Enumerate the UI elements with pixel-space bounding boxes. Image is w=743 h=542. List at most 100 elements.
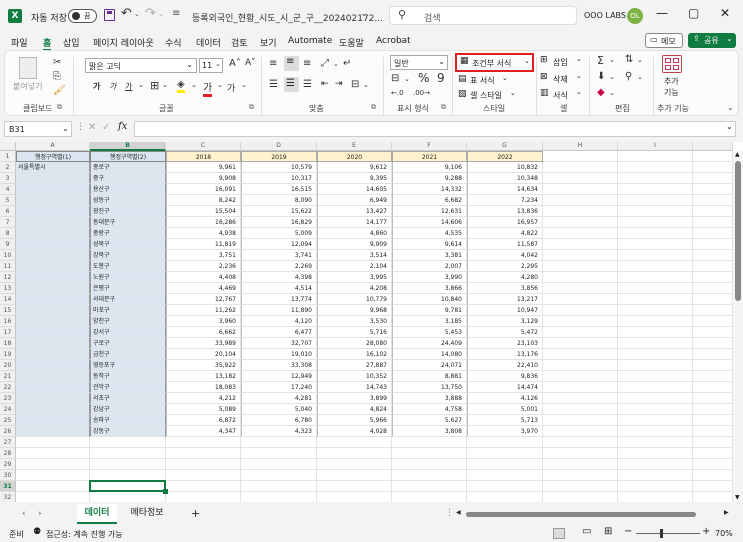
empty-cell[interactable] (467, 448, 543, 459)
cut-icon[interactable]: ✂ (53, 57, 61, 68)
district-cell[interactable]: 동대문구 (90, 217, 166, 228)
value-cell[interactable]: 4,042 (467, 250, 543, 261)
empty-cell[interactable] (618, 261, 693, 272)
header-region-2[interactable]: 행정구역별(2) (90, 151, 166, 162)
value-cell[interactable]: 27,887 (317, 360, 392, 371)
empty-cell[interactable] (618, 305, 693, 316)
value-cell[interactable]: 10,840 (392, 294, 467, 305)
memo-button[interactable]: ▭ 메모 (645, 33, 683, 48)
empty-cell[interactable] (543, 481, 618, 492)
value-cell[interactable]: 8,090 (241, 195, 317, 206)
sort-filter-icon[interactable]: ⇅ (625, 54, 633, 65)
empty-cell[interactable] (392, 492, 467, 502)
empty-cell[interactable] (618, 228, 693, 239)
district-cell[interactable]: 양천구 (90, 316, 166, 327)
row-header[interactable]: 12 (0, 272, 16, 283)
empty-cell[interactable] (693, 316, 733, 327)
empty-cell[interactable] (543, 393, 618, 404)
region-cell[interactable] (16, 283, 90, 294)
empty-cell[interactable] (543, 184, 618, 195)
district-cell[interactable]: 동작구 (90, 371, 166, 382)
district-cell[interactable]: 강동구 (90, 426, 166, 437)
empty-cell[interactable] (618, 492, 693, 502)
column-header-h[interactable]: H (543, 142, 618, 151)
merge-dropdown-icon[interactable]: ⌄ (363, 81, 369, 89)
empty-cell[interactable] (618, 393, 693, 404)
value-cell[interactable]: 5,040 (241, 404, 317, 415)
zoom-in-icon[interactable]: + (702, 526, 710, 537)
empty-cell[interactable] (392, 481, 467, 492)
value-cell[interactable]: 6,780 (241, 415, 317, 426)
row-header[interactable]: 11 (0, 261, 16, 272)
value-cell[interactable]: 22,410 (467, 360, 543, 371)
insert-function-icon[interactable]: fx (118, 121, 127, 132)
empty-cell[interactable] (693, 481, 733, 492)
indent-icon[interactable]: ⇤ (321, 79, 329, 89)
sort-dropdown-icon[interactable]: ⌄ (637, 56, 643, 64)
value-cell[interactable]: 5,001 (467, 404, 543, 415)
row-header[interactable]: 15 (0, 305, 16, 316)
menu-file[interactable]: 파일 (11, 36, 28, 49)
row-header[interactable]: 3 (0, 173, 16, 184)
zoom-slider[interactable] (636, 533, 700, 534)
value-cell[interactable]: 5,453 (392, 327, 467, 338)
row-header[interactable]: 30 (0, 470, 16, 481)
row-header[interactable]: 10 (0, 250, 16, 261)
district-cell[interactable]: 서대문구 (90, 294, 166, 305)
value-cell[interactable]: 4,535 (392, 228, 467, 239)
value-cell[interactable]: 11,890 (241, 305, 317, 316)
value-cell[interactable]: 28,080 (317, 338, 392, 349)
comma-icon[interactable]: 9 (437, 71, 445, 85)
value-cell[interactable]: 23,103 (467, 338, 543, 349)
underline-button[interactable]: 가 (125, 81, 132, 92)
empty-cell[interactable] (618, 415, 693, 426)
value-cell[interactable]: 14,743 (317, 382, 392, 393)
redo-icon[interactable]: ↷ (145, 6, 156, 21)
empty-cell[interactable] (543, 228, 618, 239)
zoom-out-icon[interactable]: − (624, 526, 632, 537)
region-cell[interactable] (16, 272, 90, 283)
row-header[interactable]: 25 (0, 415, 16, 426)
value-cell[interactable]: 4,323 (241, 426, 317, 437)
value-cell[interactable]: 3,990 (392, 272, 467, 283)
empty-cell[interactable] (693, 272, 733, 283)
district-cell[interactable]: 중구 (90, 173, 166, 184)
empty-cell[interactable] (543, 173, 618, 184)
empty-cell[interactable] (693, 437, 733, 448)
region-cell[interactable] (16, 250, 90, 261)
currency-dropdown-icon[interactable]: ⌄ (404, 75, 410, 83)
row-header[interactable]: 31 (0, 481, 16, 492)
align-center-button[interactable]: ☰ (284, 77, 299, 92)
empty-cell[interactable] (618, 448, 693, 459)
value-cell[interactable]: 4,822 (467, 228, 543, 239)
value-cell[interactable]: 3,856 (467, 283, 543, 294)
border-dropdown-icon[interactable]: ⌄ (162, 81, 168, 89)
district-cell[interactable]: 마포구 (90, 305, 166, 316)
empty-cell[interactable] (543, 327, 618, 338)
column-header-c[interactable]: C (166, 142, 241, 151)
value-cell[interactable]: 3,960 (166, 316, 241, 327)
search-box[interactable]: ⚲ 검색 (389, 6, 577, 25)
value-cell[interactable]: 3,970 (467, 426, 543, 437)
align-middle-button[interactable]: ≡ (284, 56, 299, 71)
value-cell[interactable]: 11,587 (467, 239, 543, 250)
region-cell[interactable] (16, 360, 90, 371)
value-cell[interactable]: 32,707 (241, 338, 317, 349)
value-cell[interactable]: 10,317 (241, 173, 317, 184)
value-cell[interactable]: 14,634 (467, 184, 543, 195)
empty-cell[interactable] (618, 239, 693, 250)
row-header[interactable]: 21 (0, 371, 16, 382)
value-cell[interactable]: 4,120 (241, 316, 317, 327)
phonetic-dropdown-icon[interactable]: ⌄ (241, 81, 247, 89)
value-cell[interactable]: 3,129 (467, 316, 543, 327)
empty-cell[interactable] (392, 448, 467, 459)
empty-cell[interactable] (618, 481, 693, 492)
value-cell[interactable]: 4,281 (241, 393, 317, 404)
fill-icon[interactable]: ⬇ (597, 71, 605, 82)
value-cell[interactable]: 4,398 (241, 272, 317, 283)
empty-cell[interactable] (543, 283, 618, 294)
empty-cell[interactable] (166, 459, 241, 470)
value-cell[interactable]: 8,242 (166, 195, 241, 206)
value-cell[interactable]: 3,808 (392, 426, 467, 437)
empty-cell[interactable] (693, 492, 733, 502)
